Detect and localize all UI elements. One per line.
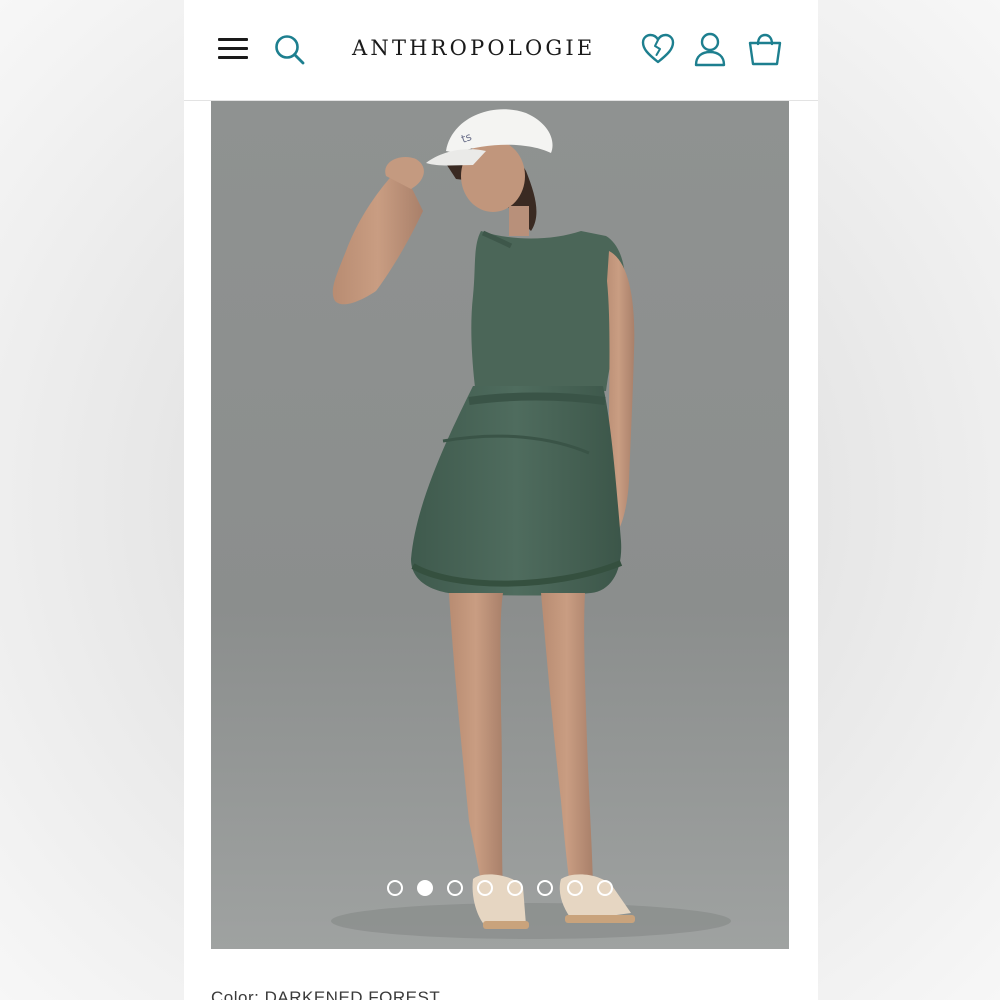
shopping-bag-button[interactable] <box>746 30 784 68</box>
brand-logo[interactable]: ANTHROPOLOGIE <box>352 34 624 62</box>
menu-button[interactable] <box>218 36 248 62</box>
gallery-pagination <box>211 880 789 902</box>
gallery-dot[interactable] <box>537 880 553 896</box>
gallery-dot[interactable] <box>507 880 523 896</box>
heart-icon <box>641 33 675 64</box>
user-icon <box>694 32 726 67</box>
mobile-page: ANTHROPOLOGIE ts Color: DARKENED FOREST <box>184 0 818 1000</box>
gallery-dot-active[interactable] <box>417 880 433 896</box>
gallery-dot[interactable] <box>477 880 493 896</box>
menu-icon-bar <box>218 56 248 59</box>
shopping-bag-icon <box>748 33 782 66</box>
search-icon <box>275 35 305 65</box>
color-label: Color: <box>211 988 260 1000</box>
gallery-dot[interactable] <box>387 880 403 896</box>
color-value: DARKENED FOREST <box>264 988 441 1000</box>
gallery-dot[interactable] <box>567 880 583 896</box>
wishlist-button[interactable] <box>639 30 677 68</box>
gallery-dot[interactable] <box>447 880 463 896</box>
product-image-gallery[interactable]: ts <box>211 101 789 949</box>
gallery-dot[interactable] <box>597 880 613 896</box>
menu-icon-bar <box>218 38 248 41</box>
account-button[interactable] <box>691 30 729 68</box>
product-photo: ts <box>211 101 789 949</box>
site-header: ANTHROPOLOGIE <box>184 0 818 101</box>
menu-icon-bar <box>218 47 248 50</box>
color-selection-text: Color: DARKENED FOREST <box>211 988 440 1000</box>
search-button[interactable] <box>272 32 308 68</box>
